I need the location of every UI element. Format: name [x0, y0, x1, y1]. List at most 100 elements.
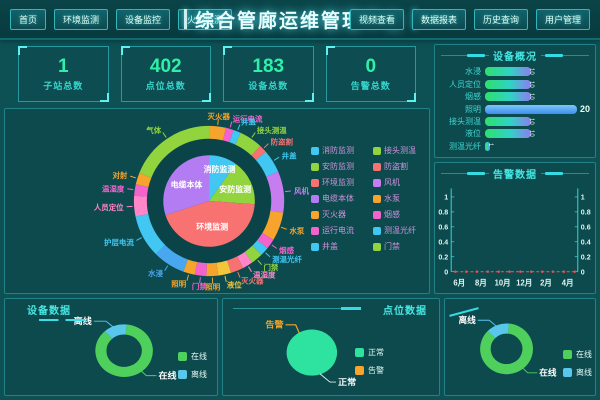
pie-normal-slice[interactable]	[287, 329, 337, 375]
legend-swatch	[373, 195, 381, 203]
bar-category-label: 照明	[437, 104, 485, 115]
sunburst-outer-segment[interactable]	[186, 266, 196, 269]
bar-value-label: 10	[528, 68, 534, 75]
sunburst-outer-segment[interactable]	[268, 212, 277, 237]
nav-button-right-3[interactable]: 用户管理	[536, 9, 590, 30]
sunburst-outer-segment[interactable]	[141, 186, 143, 197]
status-legend: 在线离线	[563, 349, 592, 378]
sunburst-outer-segment[interactable]	[217, 267, 229, 269]
legend-item[interactable]: 离线	[178, 369, 207, 380]
sunburst-outer-segment[interactable]	[142, 175, 145, 185]
device-overview-title: 设备概况	[493, 48, 537, 63]
sunburst-outer-segment[interactable]	[209, 132, 224, 134]
legend-item[interactable]: 井盖	[311, 241, 367, 252]
nav-button-left-2[interactable]: 设备监控	[116, 9, 170, 30]
sunburst-outer-segment[interactable]	[140, 196, 142, 215]
donut-offline-slice[interactable]	[109, 329, 126, 334]
stat-label: 子站总数	[43, 79, 83, 92]
sunburst-outer-segment[interactable]	[240, 257, 248, 262]
sunburst-outer-segment[interactable]	[256, 151, 261, 156]
legend-item[interactable]: 离线	[563, 367, 592, 378]
legend-item[interactable]: 告警	[355, 365, 384, 376]
bar-value-label: 20	[580, 104, 590, 114]
legend-item[interactable]: 接头测温	[373, 145, 429, 156]
alarm-line-chart[interactable]: 000.20.20.40.40.60.60.80.8116月8月10月12月2月…	[435, 182, 595, 293]
legend-item[interactable]: 正常	[355, 347, 384, 358]
title-left-bar	[184, 9, 187, 29]
legend-item[interactable]: 测温光纤	[373, 225, 429, 236]
legend-item[interactable]: 运行电流	[311, 225, 367, 236]
legend-item[interactable]: 在线	[178, 351, 207, 362]
legend-item[interactable]: 烟感	[373, 209, 429, 220]
legend-item[interactable]: 电缆本体	[311, 193, 367, 204]
right-column: 设备概况 水浸10人员定位10烟感10照明20接头测温10液位10测温光纤1 告…	[434, 44, 596, 294]
sunburst-outer-segment[interactable]	[229, 262, 240, 266]
legend-label: 测温光纤	[384, 225, 416, 236]
legend-swatch	[373, 147, 381, 155]
sunburst-outer-segment[interactable]	[207, 269, 218, 270]
bar[interactable]	[485, 129, 531, 138]
bar-track: 1	[485, 142, 577, 151]
status-donut-chart[interactable]: 离线在线	[445, 299, 595, 395]
sunburst-segment-label: 气体	[145, 125, 161, 135]
bar[interactable]	[485, 117, 531, 126]
pie-alarm-label: 告警	[265, 319, 283, 329]
legend-item[interactable]: 水泵	[373, 193, 429, 204]
nav-left: 首页环境监测设备监控火灾监测	[10, 9, 178, 30]
bar[interactable]	[485, 67, 531, 76]
bar-row: 液位10	[437, 128, 591, 139]
sunburst-outer-segment[interactable]	[257, 244, 263, 250]
bar[interactable]	[485, 92, 531, 101]
sunburst-outer-segment[interactable]	[224, 134, 231, 136]
sunburst-outer-segment[interactable]	[272, 174, 277, 212]
legend-row: 安防监测防盗割	[311, 161, 430, 172]
device-overview-header: 设备概况	[435, 45, 595, 64]
donut-offline-slice[interactable]	[491, 329, 508, 335]
device-overview-bar-chart[interactable]: 水浸10人员定位10烟感10照明20接头测温10液位10测温光纤1	[435, 64, 595, 157]
sunburst-segment-label: 对射	[112, 170, 127, 180]
x-axis-tick: 10月	[495, 278, 511, 287]
donut-online-slice[interactable]	[101, 330, 147, 372]
legend-row: 井盖门禁	[311, 241, 430, 252]
bar-track: 10	[485, 67, 577, 76]
sunburst-inner-label: 消防监测	[204, 164, 236, 174]
sunburst-outer-segment[interactable]	[248, 250, 256, 257]
legend-item[interactable]: 消防监测	[311, 145, 367, 156]
stat-label: 点位总数	[146, 79, 186, 92]
sunburst-segment-label: 接头测温	[257, 125, 287, 135]
bar[interactable]	[485, 80, 531, 89]
y-axis-tick-right: 0.4	[581, 237, 591, 246]
legend-label: 水泵	[384, 193, 400, 204]
legend-label: 接头测温	[384, 145, 416, 156]
legend-swatch	[311, 243, 319, 251]
legend-item[interactable]: 门禁	[373, 241, 429, 252]
legend-item[interactable]: 安防监测	[311, 161, 367, 172]
sunburst-outer-segment[interactable]	[262, 236, 267, 244]
legend-item[interactable]: 灭火器	[311, 209, 367, 220]
sunburst-outer-segment[interactable]	[196, 268, 207, 269]
bar[interactable]	[485, 105, 577, 114]
nav-button-right-0[interactable]: 视频查看	[350, 9, 404, 30]
bar-category-label: 人员定位	[437, 79, 485, 90]
legend-item[interactable]: 防盗割	[373, 161, 429, 172]
sunburst-outer-segment[interactable]	[231, 136, 238, 139]
nav-button-right-2[interactable]: 历史查询	[474, 9, 528, 30]
device-data-header: 设备数据	[27, 302, 85, 321]
sunburst-segment-label: 水泵	[289, 225, 304, 235]
pie-normal-label: 正常	[338, 376, 356, 386]
stat-value: 183	[252, 57, 284, 76]
legend-swatch	[311, 163, 319, 171]
legend-item[interactable]: 风机	[373, 177, 429, 188]
donut-online-label: 在线	[539, 368, 557, 378]
legend-item[interactable]: 环境监测	[311, 177, 367, 188]
stat-label: 告警总数	[351, 79, 391, 92]
sunburst-segment-label: 灭火器	[241, 276, 264, 285]
legend-swatch	[311, 227, 319, 235]
bar-category-label: 测温光纤	[437, 141, 485, 152]
legend-item[interactable]: 在线	[563, 349, 592, 360]
nav-button-right-1[interactable]: 数据报表	[412, 9, 466, 30]
dashboard: 首页环境监测设备监控火灾监测 综合管廊运维管理平台 视频查看数据报表历史查询用户…	[0, 0, 600, 400]
alarm-data-title: 告警数据	[493, 166, 537, 181]
nav-button-left-0[interactable]: 首页	[10, 9, 46, 30]
nav-button-left-1[interactable]: 环境监测	[54, 9, 108, 30]
